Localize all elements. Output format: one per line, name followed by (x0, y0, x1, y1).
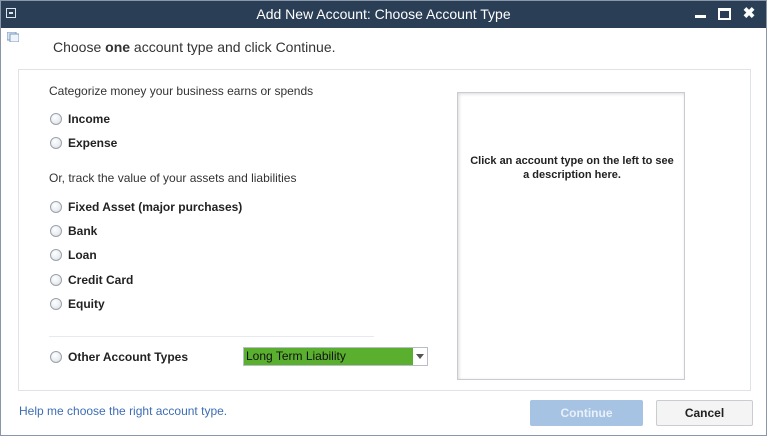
radio-label: Bank (68, 224, 98, 238)
chevron-down-icon[interactable] (416, 354, 424, 359)
radio-button[interactable] (50, 249, 62, 261)
radio-label: Expense (68, 136, 118, 150)
close-button[interactable]: ✖ (740, 5, 758, 23)
radio-label: Loan (68, 248, 97, 262)
radio-label: Credit Card (68, 273, 134, 287)
radio-label: Income (68, 112, 111, 126)
account-list-icon (7, 32, 19, 42)
radio-other-account-types[interactable]: Other Account Types (50, 349, 188, 365)
help-link[interactable]: Help me choose the right account type. (19, 404, 227, 418)
radio-button[interactable] (50, 274, 62, 286)
radio-bank[interactable]: Bank (50, 223, 97, 239)
divider (49, 336, 374, 337)
radio-button[interactable] (50, 351, 62, 363)
other-account-type-select[interactable]: Long Term Liability (243, 347, 428, 366)
instruction-text: Choose one account type and click Contin… (53, 39, 336, 55)
radio-credit-card[interactable]: Credit Card (50, 272, 133, 288)
description-box: Click an account type on the left to see… (457, 92, 685, 380)
radio-label: Fixed Asset (major purchases) (68, 200, 243, 214)
radio-equity[interactable]: Equity (50, 296, 105, 312)
track-heading: Or, track the value of your assets and l… (49, 171, 297, 185)
radio-label: Equity (68, 297, 105, 311)
radio-fixed-asset[interactable]: Fixed Asset (major purchases) (50, 199, 242, 215)
title-bar[interactable]: Add New Account: Choose Account Type ✖ (1, 1, 766, 28)
continue-button[interactable]: Continue (530, 400, 643, 426)
maximize-button[interactable] (715, 5, 733, 23)
dialog-window: Add New Account: Choose Account Type ✖ C… (0, 0, 767, 436)
selected-account-type: Long Term Liability (244, 348, 413, 365)
minimize-button[interactable] (691, 5, 709, 23)
radio-income[interactable]: Income (50, 111, 110, 127)
minimize-icon (694, 15, 706, 18)
maximize-icon (717, 8, 731, 20)
categorize-heading: Categorize money your business earns or … (49, 84, 314, 98)
radio-expense[interactable]: Expense (50, 135, 117, 151)
radio-button[interactable] (50, 298, 62, 310)
cancel-button[interactable]: Cancel (656, 400, 753, 426)
radio-label: Other Account Types (68, 350, 189, 364)
radio-button[interactable] (50, 225, 62, 237)
radio-loan[interactable]: Loan (50, 247, 97, 263)
window-title: Add New Account: Choose Account Type (256, 6, 511, 22)
description-text: Click an account type on the left to see… (470, 155, 674, 181)
radio-button[interactable] (50, 201, 62, 213)
radio-button[interactable] (50, 113, 62, 125)
radio-button[interactable] (50, 137, 62, 149)
